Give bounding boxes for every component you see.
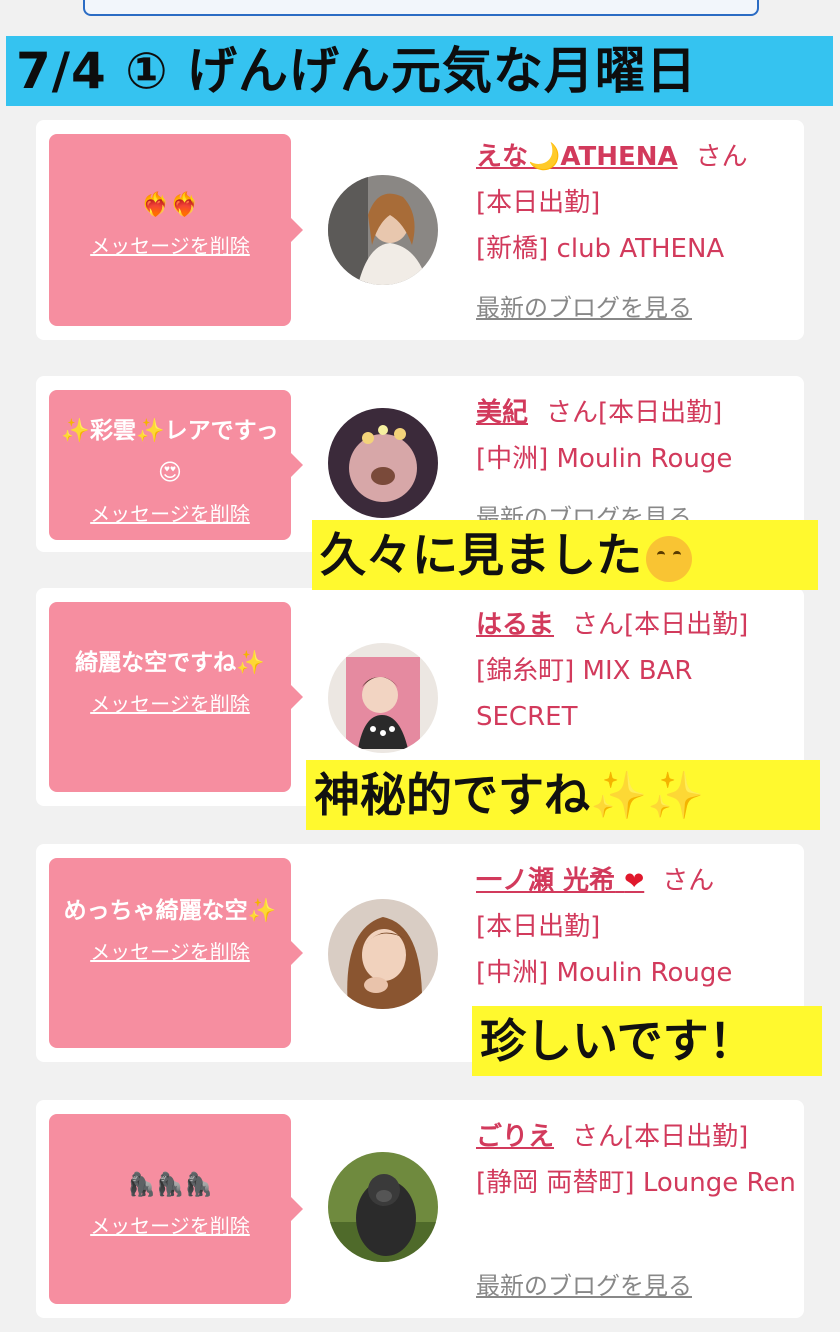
delete-message-link[interactable]: メッセージを削除: [57, 230, 283, 259]
cast-name-link[interactable]: はるま: [476, 610, 554, 640]
message-card: ❤️‍🔥❤️‍🔥 メッセージを削除 えな🌙ATHENA さん [本日出勤] [新橋…: [36, 120, 804, 340]
message-text: 綺麗な空ですね✨: [75, 650, 265, 676]
shop-text: [新橋] club ATHENA: [476, 234, 725, 264]
honorific: さん: [662, 866, 715, 896]
message-text: 🦍🦍🦍: [127, 1172, 213, 1198]
avatar[interactable]: [328, 643, 438, 753]
message-text: ❤️‍🔥❤️‍🔥: [141, 192, 199, 218]
cast-name-link[interactable]: 美紀: [476, 398, 528, 428]
blog-link[interactable]: 最新のブログを見る: [476, 288, 692, 323]
cast-info: 一ノ瀬 光希 ❤ さん [本日出勤] [中洲] Moulin Rouge: [476, 858, 796, 996]
honorific: さん: [572, 610, 625, 640]
delete-message-link[interactable]: メッセージを削除: [57, 688, 283, 717]
blog-link[interactable]: 最新のブログを見る: [476, 1266, 692, 1301]
cast-info: えな🌙ATHENA さん [本日出勤] [新橋] club ATHENA: [476, 134, 796, 272]
message-bubble: ❤️‍🔥❤️‍🔥 メッセージを削除: [49, 134, 303, 326]
message-text: めっちゃ綺麗な空✨: [63, 898, 277, 924]
message-bubble: 綺麗な空ですね✨ メッセージを削除: [49, 602, 303, 792]
cast-info: 美紀 さん[本日出勤] [中洲] Moulin Rouge: [476, 390, 796, 482]
honorific: さん: [572, 1122, 625, 1152]
cast-name-link[interactable]: 一ノ瀬 光希 ❤: [476, 866, 644, 896]
shop-text: [静岡 両替町] Lounge Ren: [476, 1168, 796, 1198]
avatar[interactable]: [328, 1152, 438, 1262]
date-banner: 7/4 ① げんげん元気な月曜日: [6, 36, 833, 106]
message-text: ✨彩雲✨レアですっ😍: [61, 418, 279, 486]
overlay-caption: 久々に見ました: [312, 520, 818, 590]
cast-info: ごりえ さん[本日出勤] [静岡 両替町] Lounge Ren: [476, 1114, 796, 1206]
hugging-face-icon: [646, 535, 692, 582]
delete-message-link[interactable]: メッセージを削除: [57, 498, 283, 527]
cast-name-link[interactable]: ごりえ: [476, 1122, 554, 1152]
shop-text: [中洲] Moulin Rouge: [476, 958, 733, 988]
avatar[interactable]: [328, 899, 438, 1009]
status-text: [本日出勤]: [624, 610, 749, 640]
status-text: [本日出勤]: [476, 912, 601, 942]
cast-info: はるま さん[本日出勤] [錦糸町] MIX BAR SECRET: [476, 602, 796, 740]
cast-name-link[interactable]: えな🌙ATHENA: [476, 142, 678, 172]
honorific: さん: [695, 142, 748, 172]
message-card: 🦍🦍🦍 メッセージを削除 ごりえ さん[本日出勤] [静岡 両替町] Lounge…: [36, 1100, 804, 1318]
message-bubble: ✨彩雲✨レアですっ😍 メッセージを削除: [49, 390, 303, 540]
avatar[interactable]: [328, 408, 438, 518]
message-bubble: めっちゃ綺麗な空✨ メッセージを削除: [49, 858, 303, 1048]
cast-name-text: 一ノ瀬 光希: [476, 866, 616, 896]
caption-text: 久々に見ました: [320, 528, 642, 582]
search-box-edge: [83, 0, 759, 16]
shop-text: [中洲] Moulin Rouge: [476, 444, 733, 474]
overlay-caption: 神秘的ですね✨✨: [306, 760, 820, 830]
shop-text: [錦糸町] MIX BAR SECRET: [476, 656, 693, 732]
status-text: [本日出勤]: [476, 188, 601, 218]
message-bubble: 🦍🦍🦍 メッセージを削除: [49, 1114, 303, 1304]
heart-icon: ❤: [624, 867, 645, 895]
status-text: [本日出勤]: [624, 1122, 749, 1152]
overlay-caption: 珍しいです！: [472, 1006, 822, 1076]
avatar[interactable]: [328, 175, 438, 285]
honorific: さん: [546, 398, 599, 428]
delete-message-link[interactable]: メッセージを削除: [57, 936, 283, 965]
delete-message-link[interactable]: メッセージを削除: [57, 1210, 283, 1239]
status-text: [本日出勤]: [598, 398, 723, 428]
